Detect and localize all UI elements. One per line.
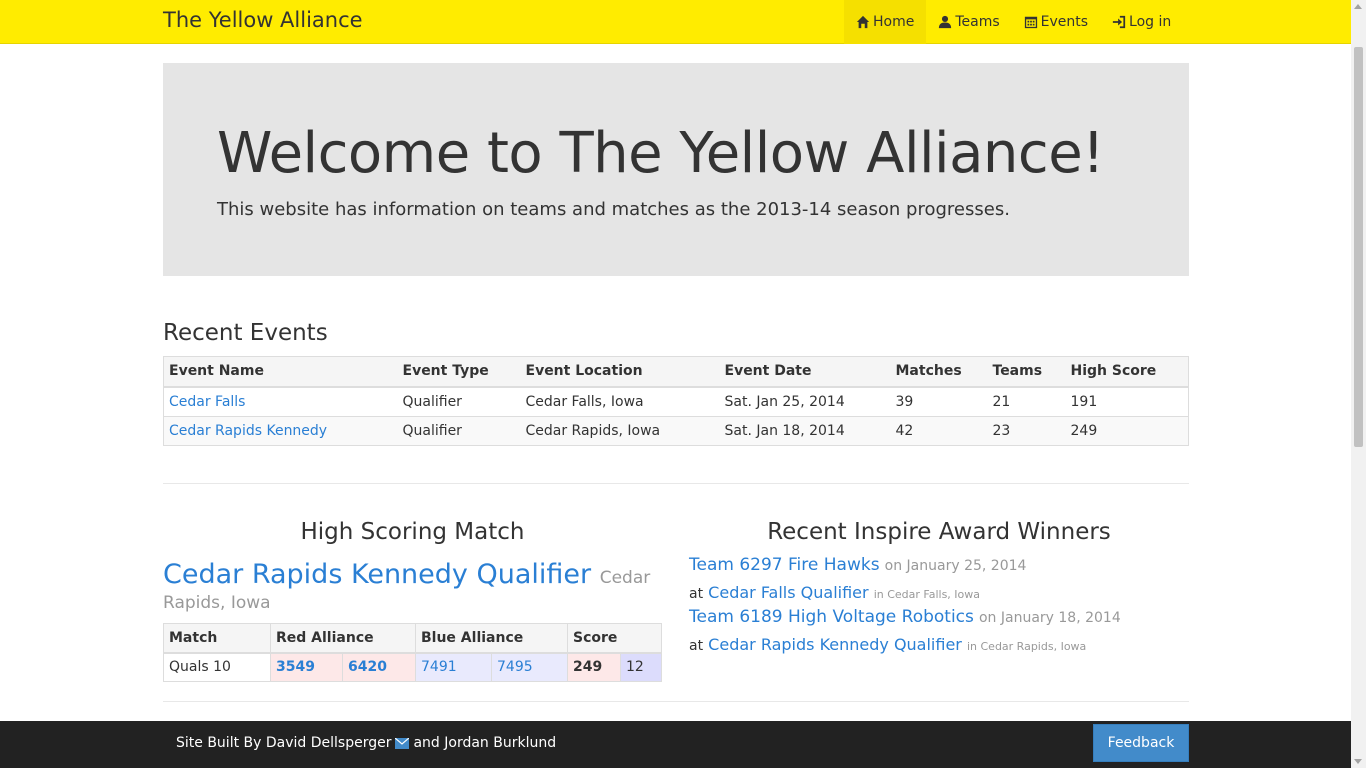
red-score: 249 <box>567 652 621 682</box>
inspire-winner-team: Team 6297 Fire Hawks on January 25, 2014 <box>689 555 1026 575</box>
feedback-button[interactable]: Feedback <box>1093 724 1189 762</box>
red-team-link[interactable]: 3549 <box>276 659 315 675</box>
navbar: The Yellow Alliance Home Teams Events Lo… <box>0 0 1351 44</box>
high-scoring-match-table: Match Red Alliance Blue Alliance Score Q… <box>163 623 662 682</box>
table-row: Cedar Rapids Kennedy Qualifier Cedar Rap… <box>163 415 1189 445</box>
table-cell: Sat. Jan 18, 2014 <box>719 415 891 445</box>
and-author-text: and Jordan Burklund <box>413 735 557 751</box>
table-header-row: Match Red Alliance Blue Alliance Score <box>163 623 662 654</box>
built-by-text: Site Built By David Dellsperger <box>176 735 392 751</box>
column-header: Event Location <box>520 356 720 388</box>
high-scoring-event-link[interactable]: Cedar Rapids Kennedy Qualifier <box>163 559 591 590</box>
table-cell: 39 <box>890 386 988 416</box>
nav-item-events[interactable]: Events <box>1012 0 1100 44</box>
column-header: Red Alliance <box>270 623 416 654</box>
page-subtitle: This website has information on teams an… <box>217 199 1010 220</box>
nav-label-teams: Teams <box>955 14 1000 30</box>
scrollbar-thumb[interactable] <box>1354 47 1363 447</box>
event-link[interactable]: Cedar Rapids Kennedy Qualifier <box>708 635 962 654</box>
event-link[interactable]: Cedar Rapids Kennedy <box>169 423 327 439</box>
column-header: High Score <box>1065 356 1189 388</box>
brand-link[interactable]: The Yellow Alliance <box>163 8 363 32</box>
inspire-winner-event: at Cedar Rapids Kennedy Qualifier in Ced… <box>689 635 1086 654</box>
nav-label-login: Log in <box>1129 14 1172 30</box>
inspire-winner-event: at Cedar Falls Qualifier in Cedar Falls,… <box>689 583 980 602</box>
blue-score: 12 <box>620 652 662 682</box>
nav-item-home[interactable]: Home <box>844 0 927 44</box>
home-icon <box>856 15 870 29</box>
column-header: Event Type <box>397 356 521 388</box>
divider <box>163 483 1189 484</box>
column-header: Score <box>567 623 662 654</box>
inspire-winner-team: Team 6189 High Voltage Robotics on Janua… <box>689 607 1121 627</box>
at-label: at <box>689 638 704 654</box>
column-header: Match <box>163 623 271 654</box>
recent-events-heading: Recent Events <box>163 320 328 346</box>
recent-events-table: Event Name Event Type Event Location Eve… <box>163 356 1189 446</box>
high-scoring-event: Cedar Rapids Kennedy Qualifier Cedar Rap… <box>163 561 662 614</box>
jumbotron: Welcome to The Yellow Alliance! This web… <box>163 63 1189 276</box>
table-cell: Qualifier <box>397 386 521 416</box>
envelope-icon[interactable] <box>395 737 410 749</box>
column-header: Matches <box>890 356 988 388</box>
high-scoring-heading: High Scoring Match <box>300 519 525 545</box>
table-cell: Cedar Rapids, Iowa <box>520 415 720 445</box>
calendar-icon <box>1024 16 1037 29</box>
user-icon <box>939 15 952 29</box>
column-header: Event Name <box>163 356 398 388</box>
table-cell: Qualifier <box>397 415 521 445</box>
at-label: at <box>689 586 704 602</box>
match-name: Quals 10 <box>163 652 271 682</box>
table-cell: 249 <box>1065 415 1189 445</box>
inspire-heading: Recent Inspire Award Winners <box>767 519 1111 545</box>
nav-item-login[interactable]: Log in <box>1100 0 1183 44</box>
award-date: on January 25, 2014 <box>884 558 1027 574</box>
nav-item-teams[interactable]: Teams <box>926 0 1011 44</box>
event-link[interactable]: Cedar Falls <box>169 394 245 410</box>
page-scrollbar[interactable] <box>1351 0 1366 768</box>
table-cell: Cedar Falls, Iowa <box>520 386 720 416</box>
column-header: Blue Alliance <box>415 623 568 654</box>
table-cell: 23 <box>987 415 1066 445</box>
login-icon <box>1112 15 1126 29</box>
table-cell: 191 <box>1065 386 1189 416</box>
divider <box>163 701 1189 702</box>
event-location: in Cedar Rapids, Iowa <box>966 640 1087 653</box>
table-row: Cedar Falls Qualifier Cedar Falls, Iowa … <box>163 386 1189 416</box>
nav-label-home: Home <box>873 14 915 30</box>
footer: Site Built By David Dellsperger and Jord… <box>0 721 1351 768</box>
table-header-row: Event Name Event Type Event Location Eve… <box>163 356 1189 388</box>
nav-label-events: Events <box>1040 14 1089 30</box>
table-cell: 21 <box>987 386 1066 416</box>
scroll-up-arrow-icon[interactable] <box>1354 4 1362 9</box>
team-link[interactable]: Team 6297 Fire Hawks <box>689 555 880 575</box>
column-header: Event Date <box>719 356 891 388</box>
table-row: Quals 10 3549 6420 7491 7495 249 12 <box>163 652 662 682</box>
nav-menu: Home Teams Events Log in <box>844 0 1183 44</box>
event-link[interactable]: Cedar Falls Qualifier <box>708 583 868 602</box>
table-cell: 42 <box>890 415 988 445</box>
table-cell: Sat. Jan 25, 2014 <box>719 386 891 416</box>
blue-team-link[interactable]: 7495 <box>497 659 533 675</box>
event-location: in Cedar Falls, Iowa <box>873 588 981 601</box>
scroll-down-arrow-icon[interactable] <box>1354 759 1362 764</box>
award-date: on January 18, 2014 <box>978 610 1121 626</box>
page-title: Welcome to The Yellow Alliance! <box>217 121 1105 186</box>
red-team-link[interactable]: 6420 <box>348 659 387 675</box>
blue-team-link[interactable]: 7491 <box>421 659 457 675</box>
team-link[interactable]: Team 6189 High Voltage Robotics <box>689 607 974 627</box>
footer-credits: Site Built By David Dellsperger and Jord… <box>176 735 556 751</box>
column-header: Teams <box>987 356 1066 388</box>
